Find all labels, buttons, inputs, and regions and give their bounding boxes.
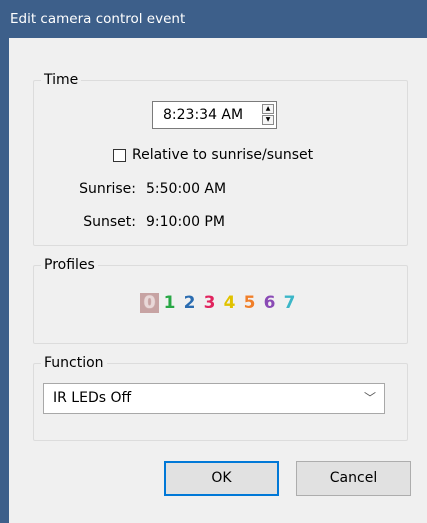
relative-label[interactable]: Relative to sunrise/sunset — [132, 147, 313, 163]
time-group: Time 8:23:34 AM ▲ ▼ Relative to sunrise/… — [33, 70, 408, 246]
profile-2[interactable]: 2 — [180, 293, 199, 313]
sunrise-value: 5:50:00 AM — [146, 181, 227, 197]
time-value[interactable]: 8:23:34 AM — [163, 102, 243, 128]
window-title-bar[interactable]: Edit camera control event — [0, 0, 427, 38]
profiles-group-label: Profiles — [41, 255, 98, 275]
function-dropdown[interactable]: IR LEDs Off ﹀ — [43, 383, 385, 414]
sunrise-row: Sunrise: 5:50:00 AM — [70, 179, 226, 199]
profile-5[interactable]: 5 — [240, 293, 259, 313]
profile-6[interactable]: 6 — [260, 293, 279, 313]
function-group-label: Function — [41, 353, 107, 373]
time-spinner[interactable]: ▲ ▼ — [262, 104, 274, 126]
triangle-down-icon: ▼ — [265, 116, 271, 123]
triangle-up-icon: ▲ — [265, 105, 271, 112]
function-group: Function IR LEDs Off ﹀ — [33, 353, 408, 441]
ok-button[interactable]: OK — [164, 461, 279, 496]
profile-3[interactable]: 3 — [200, 293, 219, 313]
profile-0[interactable]: 0 — [140, 293, 159, 313]
spin-up-button[interactable]: ▲ — [262, 104, 274, 114]
profiles-group: Profiles 0 1 2 3 4 5 6 7 — [33, 255, 408, 344]
sunset-label: Sunset: — [83, 214, 136, 230]
time-group-label: Time — [41, 70, 82, 90]
window-title: Edit camera control event — [10, 11, 186, 27]
dialog-client-area: Time 8:23:34 AM ▲ ▼ Relative to sunrise/… — [9, 38, 427, 523]
profile-4[interactable]: 4 — [220, 293, 239, 313]
time-picker[interactable]: 8:23:34 AM ▲ ▼ — [152, 101, 277, 129]
sunrise-label: Sunrise: — [79, 181, 136, 197]
sunset-value: 9:10:00 PM — [146, 214, 225, 230]
relative-sunrise-sunset-option[interactable]: Relative to sunrise/sunset — [113, 145, 313, 165]
relative-checkbox[interactable] — [113, 148, 126, 162]
sunset-row: Sunset: 9:10:00 PM — [70, 212, 225, 232]
chevron-down-icon[interactable]: ﹀ — [364, 384, 376, 413]
profile-7[interactable]: 7 — [280, 293, 299, 313]
profile-1[interactable]: 1 — [160, 293, 179, 313]
spin-down-button[interactable]: ▼ — [262, 115, 274, 125]
function-selected-value[interactable]: IR LEDs Off — [53, 384, 131, 413]
profile-selector[interactable]: 0 1 2 3 4 5 6 7 — [140, 293, 300, 313]
cancel-button[interactable]: Cancel — [296, 461, 411, 496]
